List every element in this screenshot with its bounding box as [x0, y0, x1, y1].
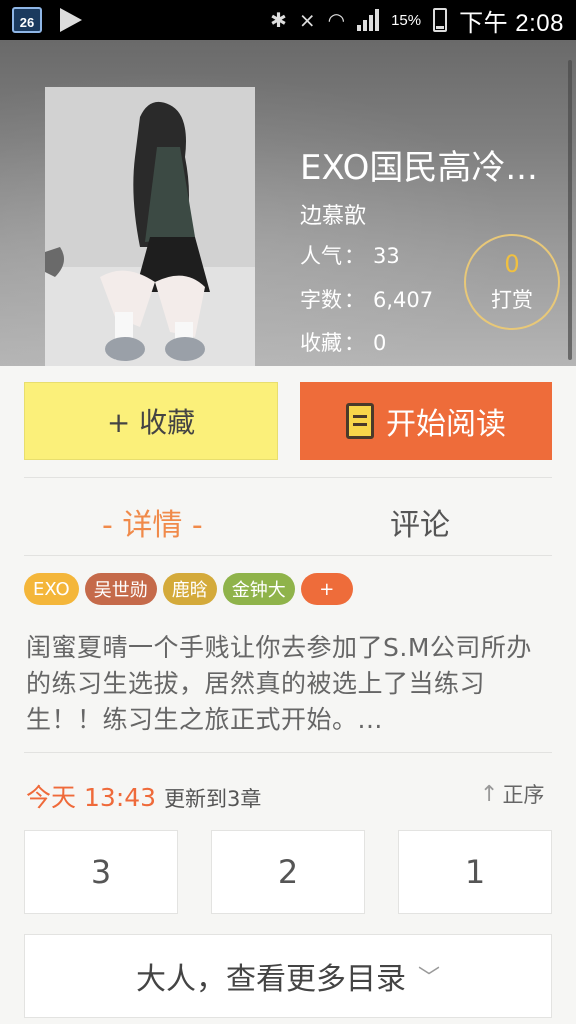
divider	[24, 477, 552, 478]
update-day: 今天	[26, 783, 77, 812]
tag-list: EXO 吴世勋 鹿晗 金钟大 +	[24, 573, 353, 605]
book-title: EXO国民高冷...	[300, 148, 538, 188]
wifi-icon: ◠	[327, 9, 346, 32]
calendar-icon: 26	[12, 7, 42, 33]
popularity-label: 人气	[300, 244, 342, 268]
battery-icon	[433, 8, 448, 32]
view-more-label: 大人，查看更多目录	[135, 962, 406, 997]
start-reading-label: 开始阅读	[386, 407, 506, 442]
popularity-value: 33	[373, 244, 400, 268]
divider	[24, 752, 552, 753]
tag-wu-shixun[interactable]: 吴世勋	[84, 573, 157, 605]
chapter-cell[interactable]: 1	[398, 830, 552, 914]
book-header: EXO国民高冷... 边慕歆 人气： 33 字数： 6,407 收藏： 0 0 打赏	[0, 40, 576, 366]
signal-icon	[357, 9, 380, 31]
favorites-label: 收藏	[300, 331, 342, 355]
scrollbar[interactable]	[568, 60, 572, 360]
arrow-up-icon: ↑	[480, 781, 499, 807]
favorites-value: 0	[373, 331, 387, 355]
start-reading-button[interactable]: 开始阅读	[300, 382, 552, 460]
tip-button[interactable]: 0 打赏	[464, 234, 560, 330]
word-count-value: 6,407	[373, 288, 434, 312]
tip-label: 打赏	[491, 288, 533, 312]
divider	[24, 555, 552, 556]
book-cover-image[interactable]	[45, 87, 255, 366]
tag-exo[interactable]: EXO	[24, 573, 79, 605]
update-text: 更新到3章	[164, 787, 262, 811]
word-count-label: 字数	[300, 288, 342, 312]
add-to-favorites-label: + 收藏	[106, 406, 196, 439]
tag-more-button[interactable]: +	[300, 573, 353, 605]
add-to-favorites-button[interactable]: + 收藏	[24, 382, 278, 460]
sort-label: 正序	[502, 783, 545, 807]
bluetooth-icon: ✱	[270, 9, 287, 32]
status-bar: 26 ✱ ⨯ ◠ 15% 下午 2:08	[0, 0, 576, 40]
tab-comments[interactable]: 评论	[390, 500, 450, 544]
book-author[interactable]: 边慕歆	[300, 198, 366, 230]
battery-percent: 15%	[391, 11, 422, 29]
chevron-down-icon: ﹀	[417, 966, 440, 991]
chapter-cell[interactable]: 2	[211, 830, 365, 914]
update-info: 今天 13:43 更新到3章	[26, 778, 261, 814]
book-icon	[346, 403, 374, 439]
popularity-stat: 人气： 33	[300, 244, 400, 268]
clock: 下午 2:08	[459, 9, 564, 37]
view-more-chapters-button[interactable]: 大人，查看更多目录 ﹀	[24, 934, 552, 1018]
word-count-stat: 字数： 6,407	[300, 288, 434, 312]
tag-lu-han[interactable]: 鹿晗	[162, 573, 217, 605]
update-time: 13:43	[84, 783, 157, 812]
favorites-stat: 收藏： 0	[300, 331, 387, 355]
chapter-cell[interactable]: 3	[24, 830, 178, 914]
tab-detail[interactable]: - 详情 -	[102, 500, 203, 544]
tip-count: 0	[504, 250, 520, 278]
mute-icon: ⨯	[298, 9, 316, 32]
calendar-day: 26	[19, 15, 35, 30]
tag-jin-zhongda[interactable]: 金钟大	[222, 573, 295, 605]
play-icon	[60, 8, 82, 32]
book-description[interactable]: 闺蜜夏晴一个手贱让你去参加了S.M公司所办的练习生选拔，居然真的被选上了当练习生…	[26, 630, 554, 738]
sort-order-toggle[interactable]: ↑ 正序	[480, 779, 544, 809]
